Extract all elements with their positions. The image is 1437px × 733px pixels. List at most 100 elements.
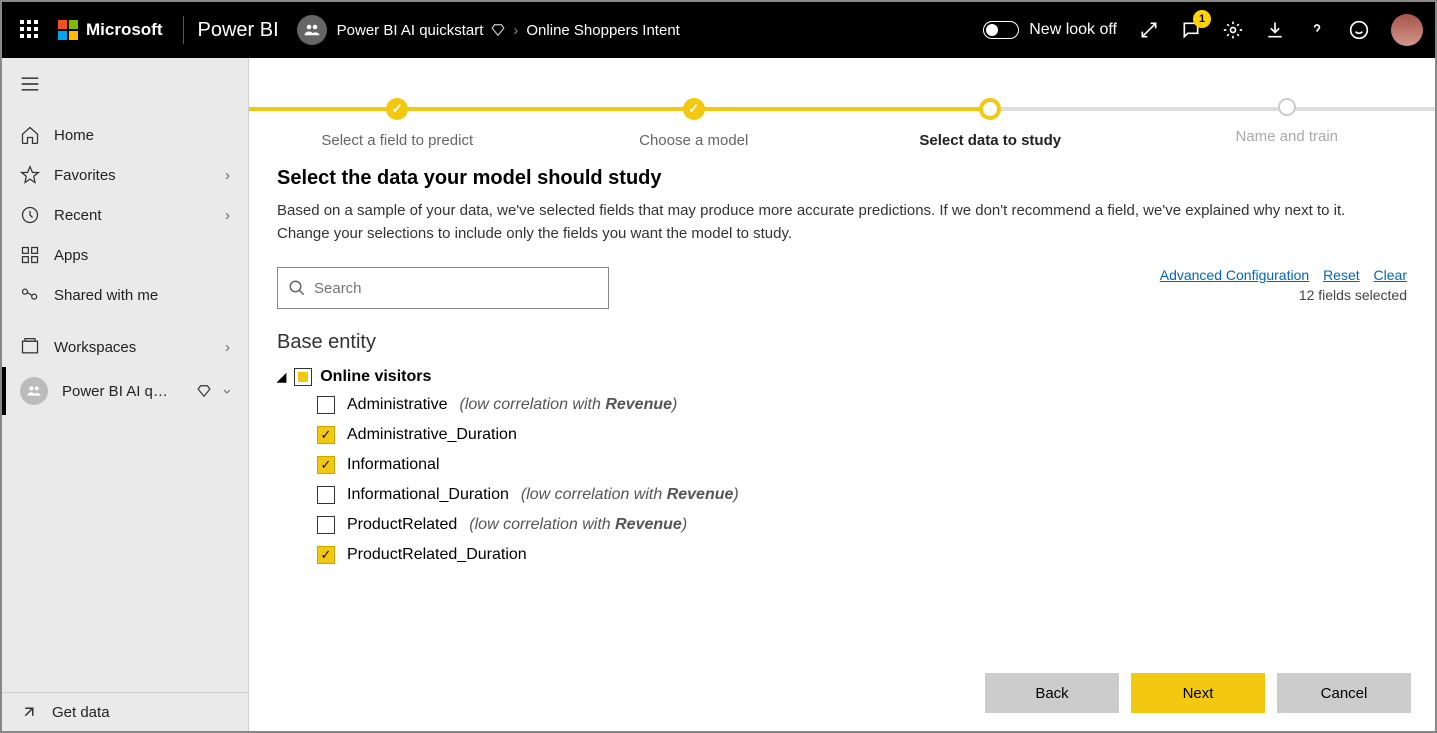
field-row[interactable]: ProductRelated (low correlation with Reve… (277, 510, 1397, 540)
entity-checkbox[interactable] (294, 368, 312, 386)
notification-badge: 1 (1193, 10, 1211, 28)
sidebar-item-getdata[interactable]: Get data (2, 693, 248, 731)
sidebar-item-workspaces[interactable]: Workspaces › (2, 327, 248, 367)
field-tree: ◢ Online visitors Administrative (low cor… (277, 364, 1407, 570)
next-button[interactable]: Next (1131, 673, 1265, 713)
fields-selected-count: 12 fields selected (1150, 287, 1407, 303)
field-row[interactable]: Administrative (low correlation with Reve… (277, 390, 1397, 420)
link-advanced-config[interactable]: Advanced Configuration (1160, 267, 1309, 283)
feedback-smile-icon[interactable] (1349, 20, 1369, 40)
breadcrumb: Power BI AI quickstart › Online Shoppers… (337, 22, 680, 39)
top-bar: Microsoft Power BI Power BI AI quickstar… (2, 2, 1435, 58)
premium-diamond-icon (491, 23, 505, 37)
search-input[interactable] (314, 280, 598, 297)
breadcrumb-sep: › (513, 22, 518, 39)
sidebar-item-label: Shared with me (54, 287, 158, 304)
step-label: Name and train (1139, 128, 1436, 145)
field-row[interactable]: ✓ ProductRelated_Duration (277, 540, 1397, 570)
step-label: Choose a model (546, 132, 843, 149)
field-hint: (low correlation with Revenue) (521, 486, 739, 504)
premium-diamond-icon (197, 384, 211, 398)
field-checkbox[interactable]: ✓ (317, 546, 335, 564)
app-launcher-icon[interactable] (20, 20, 40, 40)
step-dot-icon (979, 98, 1001, 120)
step-dot-icon (386, 98, 408, 120)
step-label: Select data to study (842, 132, 1139, 149)
step-dot-icon (683, 98, 705, 120)
chevron-right-icon: › (225, 207, 230, 224)
chevron-right-icon: › (225, 167, 230, 184)
entity-name: Online visitors (320, 368, 431, 386)
sidebar-item-label: Favorites (54, 167, 116, 184)
sidebar-item-current-workspace[interactable]: Power BI AI q… › (2, 367, 248, 415)
entity-row[interactable]: ◢ Online visitors (277, 364, 1397, 390)
sidebar-item-label: Home (54, 127, 94, 144)
link-clear[interactable]: Clear (1374, 267, 1407, 283)
new-look-label: New look off (1029, 21, 1117, 39)
workspace-avatar-icon (297, 15, 327, 45)
field-name: ProductRelated (347, 516, 457, 534)
user-avatar[interactable] (1391, 14, 1423, 46)
page-title: Select the data your model should study (277, 167, 1407, 190)
field-checkbox[interactable] (317, 396, 335, 414)
step-data[interactable]: Select data to study (842, 98, 1139, 149)
workspace-avatar-icon (20, 377, 48, 405)
toggle-icon (983, 21, 1019, 39)
search-field[interactable] (277, 267, 609, 309)
download-icon[interactable] (1265, 20, 1285, 40)
step-predict[interactable]: Select a field to predict (249, 98, 546, 149)
step-dot-icon (1278, 98, 1296, 116)
wizard-buttons: Back Next Cancel (985, 673, 1411, 713)
field-checkbox[interactable]: ✓ (317, 426, 335, 444)
field-name: Administrative_Duration (347, 426, 517, 444)
sidebar-collapse-button[interactable] (2, 68, 248, 105)
field-name: Informational (347, 456, 440, 474)
step-model[interactable]: Choose a model (546, 98, 843, 149)
sidebar-item-label: Get data (52, 704, 110, 721)
brand-label: Microsoft (86, 20, 163, 40)
settings-gear-icon[interactable] (1223, 20, 1243, 40)
field-row[interactable]: ✓ Informational (277, 450, 1397, 480)
sidebar-item-home[interactable]: Home (2, 115, 248, 155)
search-icon (288, 279, 306, 297)
page-description: Based on a sample of your data, we've se… (277, 200, 1387, 245)
field-hint: (low correlation with Revenue) (459, 396, 677, 414)
step-train: Name and train (1139, 98, 1436, 145)
chevron-down-icon[interactable]: › (219, 389, 236, 394)
back-button[interactable]: Back (985, 673, 1119, 713)
chevron-right-icon: › (225, 339, 230, 356)
sidebar-item-apps[interactable]: Apps (2, 235, 248, 275)
sidebar-item-label: Recent (54, 207, 102, 224)
field-checkbox[interactable] (317, 516, 335, 534)
field-row[interactable]: ✓ Administrative_Duration (277, 420, 1397, 450)
cancel-button[interactable]: Cancel (1277, 673, 1411, 713)
sidebar-item-favorites[interactable]: Favorites › (2, 155, 248, 195)
fullscreen-icon[interactable] (1139, 20, 1159, 40)
base-entity-heading: Base entity (277, 331, 1407, 354)
field-name: Administrative (347, 396, 447, 414)
collapse-icon[interactable]: ◢ (277, 370, 286, 384)
notification-icon[interactable]: 1 (1181, 20, 1201, 40)
field-checkbox[interactable]: ✓ (317, 456, 335, 474)
link-reset[interactable]: Reset (1323, 267, 1360, 283)
breadcrumb-page: Online Shoppers Intent (526, 22, 679, 39)
main-content: Select a field to predict Choose a model… (249, 58, 1435, 731)
wizard-stepper: Select a field to predict Choose a model… (249, 58, 1435, 149)
sidebar-item-label: Workspaces (54, 339, 136, 356)
field-name: ProductRelated_Duration (347, 546, 527, 564)
help-icon[interactable] (1307, 20, 1327, 40)
sidebar: Home Favorites › Recent › Apps Shared wi… (2, 58, 249, 731)
field-name: Informational_Duration (347, 486, 509, 504)
sidebar-item-label: Power BI AI q… (62, 383, 183, 400)
microsoft-logo-icon (58, 20, 78, 40)
sidebar-item-recent[interactable]: Recent › (2, 195, 248, 235)
field-checkbox[interactable] (317, 486, 335, 504)
field-hint: (low correlation with Revenue) (469, 516, 687, 534)
sidebar-item-label: Apps (54, 247, 88, 264)
new-look-toggle[interactable]: New look off (983, 21, 1117, 39)
sidebar-item-shared[interactable]: Shared with me (2, 275, 248, 315)
app-name[interactable]: Power BI (198, 19, 279, 42)
divider (183, 16, 184, 44)
breadcrumb-workspace[interactable]: Power BI AI quickstart (337, 22, 484, 39)
field-row[interactable]: Informational_Duration (low correlation w… (277, 480, 1397, 510)
